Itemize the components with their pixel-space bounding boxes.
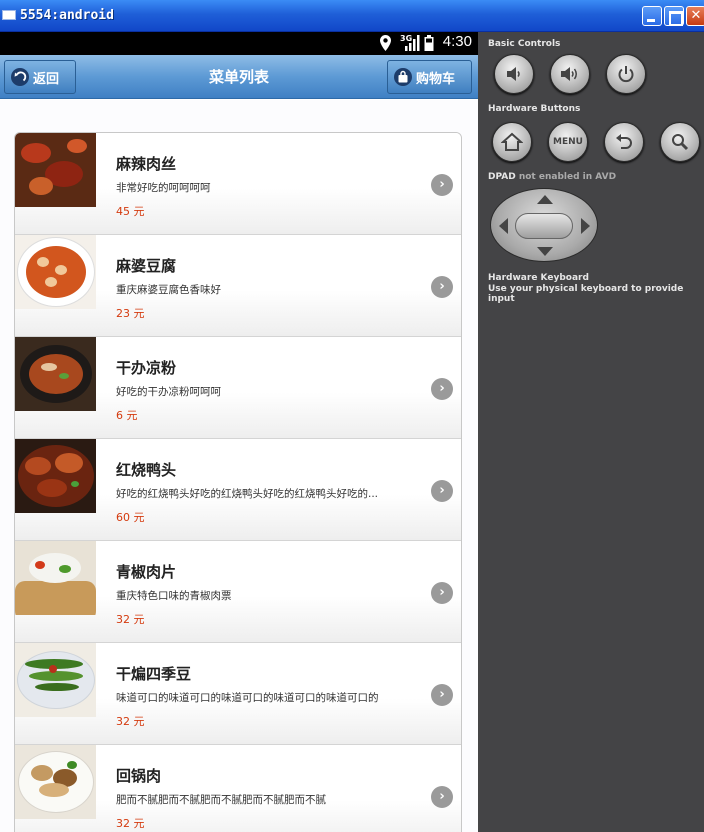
menu-item[interactable]: 青椒肉片 重庆特色口味的青椒肉票 32 元 › bbox=[15, 541, 461, 643]
app-header: 菜单列表 返回 购物车 bbox=[0, 55, 478, 99]
back-button-label: 返回 bbox=[33, 71, 60, 87]
battery-icon bbox=[424, 35, 434, 51]
location-icon bbox=[380, 35, 391, 51]
chevron-right-icon[interactable]: › bbox=[431, 582, 453, 604]
back-icon bbox=[616, 134, 632, 149]
window-title: 5554:android bbox=[20, 8, 114, 23]
dpad-right-icon[interactable] bbox=[581, 218, 590, 234]
dpad[interactable] bbox=[490, 188, 598, 262]
dish-photo bbox=[15, 235, 96, 309]
search-button[interactable] bbox=[660, 122, 700, 162]
dish-description: 重庆特色口味的青椒肉票 bbox=[116, 590, 232, 602]
chevron-right-icon[interactable]: › bbox=[431, 684, 453, 706]
power-button[interactable] bbox=[606, 54, 646, 94]
dish-photo bbox=[15, 439, 96, 513]
menu-button[interactable]: MENU bbox=[548, 122, 588, 162]
dish-price: 23 元 bbox=[116, 307, 145, 320]
dish-photo bbox=[15, 133, 96, 207]
dpad-note: not enabled in AVD bbox=[518, 172, 617, 182]
cart-button-label: 购物车 bbox=[416, 71, 456, 87]
chevron-right-icon[interactable]: › bbox=[431, 786, 453, 808]
home-icon bbox=[501, 132, 523, 151]
volume-down-button[interactable] bbox=[494, 54, 534, 94]
dish-description: 非常好吃的呵呵呵呵 bbox=[116, 182, 211, 194]
home-button[interactable] bbox=[492, 122, 532, 162]
dpad-center-button[interactable] bbox=[515, 213, 573, 239]
dish-description: 味道可口的味道可口的味道可口的味道可口的味道可口的 bbox=[116, 692, 379, 704]
menu-item[interactable]: 麻辣肉丝 非常好吃的呵呵呵呵 45 元 › bbox=[15, 133, 461, 235]
back-arrow-icon bbox=[11, 68, 29, 86]
menu-item[interactable]: 回锅肉 肥而不腻肥而不腻肥而不腻肥而不腻肥而不腻 32 元 › bbox=[15, 745, 461, 832]
dish-price: 60 元 bbox=[116, 511, 145, 524]
search-icon bbox=[672, 134, 689, 151]
dpad-down-icon[interactable] bbox=[537, 247, 553, 256]
dish-name: 回锅肉 bbox=[116, 767, 162, 785]
volume-up-icon bbox=[561, 67, 577, 81]
status-bar: 3G 4:30 bbox=[0, 32, 478, 55]
menu-item[interactable]: 干办凉粉 好吃的干办凉粉呵呵呵 6 元 › bbox=[15, 337, 461, 439]
back-hardware-button[interactable] bbox=[604, 122, 644, 162]
dish-photo bbox=[15, 541, 96, 615]
dish-photo bbox=[15, 643, 96, 717]
dish-name: 青椒肉片 bbox=[116, 563, 177, 581]
menu-list: 麻辣肉丝 非常好吃的呵呵呵呵 45 元 › 麻婆豆腐 重庆麻婆豆腐色香味好 23… bbox=[14, 132, 462, 832]
hardware-buttons-label: Hardware Buttons bbox=[488, 104, 581, 114]
volume-down-icon bbox=[507, 67, 520, 81]
cart-button[interactable]: 购物车 bbox=[387, 60, 472, 94]
emulator-controls-panel: Basic Controls Hardware Buttons MENU DPA… bbox=[478, 32, 704, 832]
dpad-label: DPAD not enabled in AVD bbox=[488, 172, 616, 182]
dish-price: 32 元 bbox=[116, 613, 145, 626]
menu-item[interactable]: 干煸四季豆 味道可口的味道可口的味道可口的味道可口的味道可口的 32 元 › bbox=[15, 643, 461, 745]
dish-name: 红烧鸭头 bbox=[116, 461, 177, 479]
volume-up-button[interactable] bbox=[550, 54, 590, 94]
chevron-right-icon[interactable]: › bbox=[431, 174, 453, 196]
dish-photo bbox=[15, 337, 96, 411]
dish-description: 重庆麻婆豆腐色香味好 bbox=[116, 284, 221, 296]
dish-description: 肥而不腻肥而不腻肥而不腻肥而不腻肥而不腻 bbox=[116, 794, 326, 806]
dish-description: 好吃的干办凉粉呵呵呵 bbox=[116, 386, 221, 398]
close-button[interactable]: ✕ bbox=[686, 6, 704, 26]
menu-item[interactable]: 红烧鸭头 好吃的红烧鸭头好吃的红烧鸭头好吃的红烧鸭头好吃的... 60 元 › bbox=[15, 439, 461, 541]
dish-name: 干煸四季豆 bbox=[116, 665, 192, 683]
window-app-icon bbox=[2, 10, 16, 20]
chevron-right-icon[interactable]: › bbox=[431, 480, 453, 502]
menu-list-area: 麻辣肉丝 非常好吃的呵呵呵呵 45 元 › 麻婆豆腐 重庆麻婆豆腐色香味好 23… bbox=[0, 100, 478, 832]
device-screen: 3G 4:30 菜单列表 返回 购物车 麻辣肉丝 非常好吃的呵呵呵呵 45 元 … bbox=[0, 32, 478, 832]
dpad-title: DPAD bbox=[488, 172, 516, 182]
menu-item[interactable]: 麻婆豆腐 重庆麻婆豆腐色香味好 23 元 › bbox=[15, 235, 461, 337]
window-titlebar: 5554:android ✕ bbox=[0, 0, 704, 32]
chevron-right-icon[interactable]: › bbox=[431, 276, 453, 298]
dish-description: 好吃的红烧鸭头好吃的红烧鸭头好吃的红烧鸭头好吃的... bbox=[116, 488, 379, 500]
dish-photo bbox=[15, 745, 96, 819]
maximize-button[interactable] bbox=[664, 6, 684, 26]
dish-name: 麻婆豆腐 bbox=[116, 257, 177, 275]
back-button[interactable]: 返回 bbox=[4, 60, 76, 94]
shopping-bag-icon bbox=[394, 68, 412, 86]
dish-name: 干办凉粉 bbox=[116, 359, 177, 377]
dish-price: 32 元 bbox=[116, 715, 145, 728]
dish-price: 32 元 bbox=[116, 817, 145, 830]
keyboard-note: Use your physical keyboard to provide in… bbox=[488, 284, 684, 304]
minimize-button[interactable] bbox=[642, 6, 662, 26]
basic-controls-label: Basic Controls bbox=[488, 39, 561, 49]
keyboard-title: Hardware Keyboard bbox=[488, 273, 589, 283]
dpad-left-icon[interactable] bbox=[499, 218, 508, 234]
dish-name: 麻辣肉丝 bbox=[116, 155, 177, 173]
status-time: 4:30 bbox=[442, 33, 472, 50]
dpad-up-icon[interactable] bbox=[537, 195, 553, 204]
dish-price: 45 元 bbox=[116, 205, 145, 218]
chevron-right-icon[interactable]: › bbox=[431, 378, 453, 400]
menu-button-label: MENU bbox=[553, 137, 583, 147]
dish-price: 6 元 bbox=[116, 409, 138, 422]
power-icon bbox=[618, 66, 634, 83]
signal-icon bbox=[405, 35, 420, 51]
